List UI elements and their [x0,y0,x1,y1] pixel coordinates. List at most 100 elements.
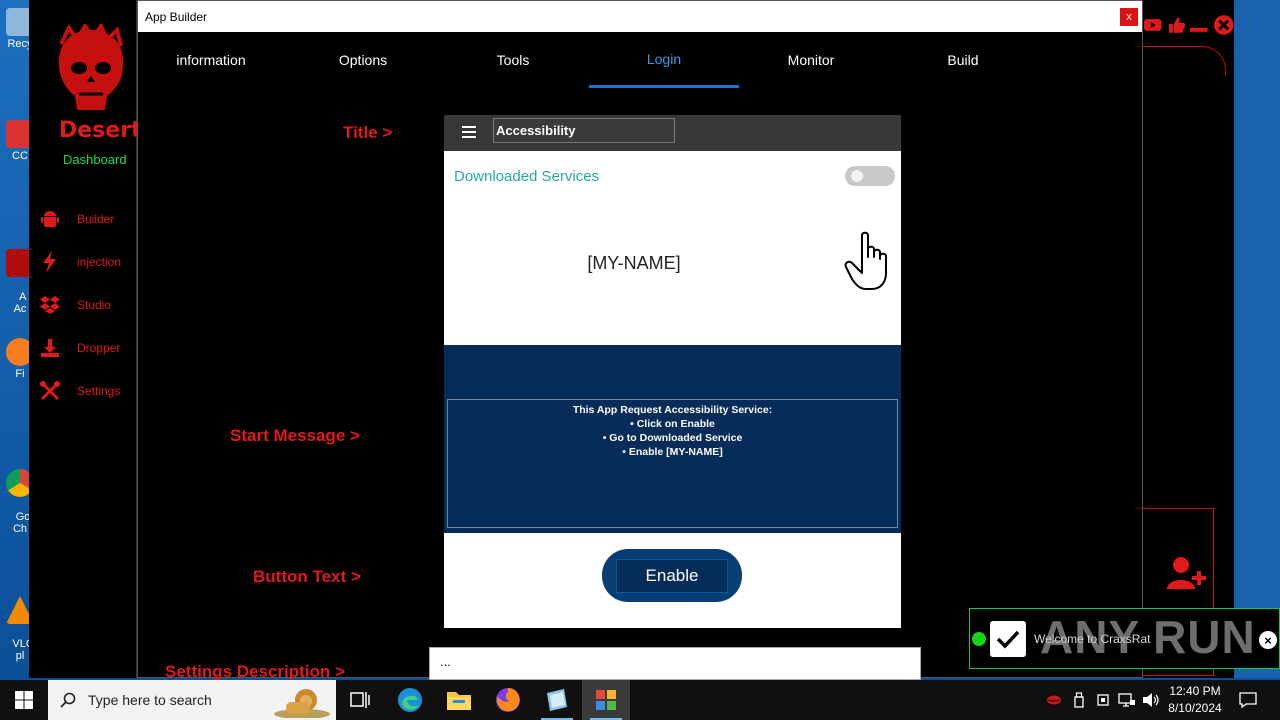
settings-description-label: Settings Description > [165,662,345,681]
app-builder-taskbar-button[interactable] [582,680,630,720]
action-center-button[interactable] [1234,680,1262,720]
network-icon [1118,693,1135,707]
right-app-decoration [1142,46,1226,76]
service-toggle[interactable] [845,166,895,186]
preview-accessibility-screen: Downloaded Services [MY-NAME] [444,151,901,345]
tray-network[interactable] [1116,680,1138,720]
firefox-icon [496,688,520,712]
bolt-icon [39,251,61,273]
tray-app-icon[interactable] [1044,680,1064,720]
lips-icon [1047,695,1061,705]
desktop-icon-label: Go Ch [12,511,31,535]
brand-subtitle: Dashboard [63,152,127,167]
start-message-line: • Click on Enable [630,418,715,430]
title-field-label: Title > [343,123,393,142]
task-view-icon [350,692,370,708]
clock-time: 12:40 PM [1169,684,1221,698]
folder-icon [447,692,471,710]
right-app-window-controls [1142,10,1234,40]
downloaded-services-label: Downloaded Services [454,168,600,185]
minimize-icon[interactable] [1189,16,1209,34]
app-builder-window: App Builder x information Options Tools … [137,0,1143,681]
hamburger-menu-icon[interactable] [462,126,476,138]
notification-center-icon [1239,692,1257,708]
desktop-icon-label: CC [12,150,28,162]
dash-item-label: Settings [77,384,121,398]
preview-top-bar: Accessibility [444,115,901,151]
tray-volume[interactable] [1140,680,1162,720]
start-message-panel: This App Request Accessibility Service: … [444,345,901,533]
dash-item-label: Builder [77,212,115,226]
search-placeholder: Type here to search [88,692,212,708]
settings-description-input[interactable]: ... [429,647,921,680]
dash-item-settings[interactable]: Settings [39,380,135,402]
search-icon [60,692,76,708]
start-message-input[interactable]: This App Request Accessibility Service: … [447,399,898,528]
clock-date: 8/10/2024 [1168,701,1222,715]
skull-logo-icon [58,24,124,110]
tab-options[interactable]: Options [288,32,438,88]
title-bar: App Builder x [138,1,1142,32]
tab-login[interactable]: Login [589,32,739,88]
start-button[interactable] [0,680,48,720]
task-view-button[interactable] [336,680,384,720]
dash-item-injection[interactable]: injection [39,251,135,273]
brand-title: Desert [59,118,142,143]
app-name-label: [MY-NAME] [587,253,681,273]
usb-drive-icon [1074,692,1084,708]
edge-taskbar-button[interactable] [386,680,434,720]
pointer-hand-icon [844,231,887,290]
dash-item-label: Studio [77,298,112,312]
thumbs-up-icon[interactable] [1168,16,1186,34]
app-taskbar-button[interactable] [533,680,581,720]
enable-button[interactable]: Enable [602,549,742,602]
title-input[interactable]: Accessibility [493,118,675,143]
button-text-input[interactable]: Enable [616,558,728,593]
tray-network-adapter[interactable] [1092,680,1114,720]
speaker-icon [1143,693,1159,707]
add-user-icon[interactable] [1165,555,1209,591]
dash-item-builder[interactable]: Builder [39,208,135,230]
tab-monitor[interactable]: Monitor [736,32,886,88]
edge-icon [398,688,422,712]
online-status-dot [972,632,986,646]
start-message-label: Start Message > [230,426,360,445]
window-title: App Builder [145,9,208,24]
device-icon [1097,694,1109,706]
desktop-icon-label: A Ac [13,291,27,315]
youtube-icon[interactable] [1144,16,1164,34]
tab-information[interactable]: information [138,32,284,88]
firefox-taskbar-button[interactable] [484,680,532,720]
dash-item-dropper[interactable]: Dropper [39,337,135,359]
desktop-icon-label: Fi [15,368,25,380]
checkmark-icon [990,621,1026,657]
windows-logo-icon [15,691,33,709]
start-message-line: This App Request Accessibility Service: [572,404,773,416]
start-message-line: • Enable [MY-NAME] [622,446,723,458]
android-icon [39,208,61,230]
tab-tools[interactable]: Tools [438,32,588,88]
button-preview-area: Enable [444,533,901,628]
dropbox-icon [39,294,61,316]
tab-bar: information Options Tools Login Monitor … [138,32,1142,88]
close-button[interactable]: x [1120,7,1138,26]
lion-illustration-icon [274,689,330,718]
app-builder-icon [596,690,616,710]
dash-item-label: injection [77,255,122,269]
tray-usb-icon[interactable] [1068,680,1090,720]
taskbar-search-box[interactable]: Type here to search [48,680,336,720]
tab-build[interactable]: Build [888,32,1038,88]
dashboard-sidebar: Desert Dashboard Builder injection Studi… [29,0,142,678]
dash-item-studio[interactable]: Studio [39,294,135,316]
notification-close-button[interactable]: × [1259,631,1277,649]
taskbar: Type here to search 12:40 PM 8/10/2024 [0,680,1280,720]
anyrun-watermark: ANY RUN [1040,611,1256,663]
close-circle-icon[interactable] [1213,14,1234,36]
dash-item-label: Dropper [77,341,121,355]
desktop-right-strip [1234,0,1280,678]
file-explorer-taskbar-button[interactable] [435,680,483,720]
button-text-label: Button Text > [253,567,361,586]
download-icon [39,337,61,359]
taskbar-clock[interactable]: 12:40 PM 8/10/2024 [1160,683,1230,717]
start-message-line: • Go to Downloaded Service [602,432,743,444]
